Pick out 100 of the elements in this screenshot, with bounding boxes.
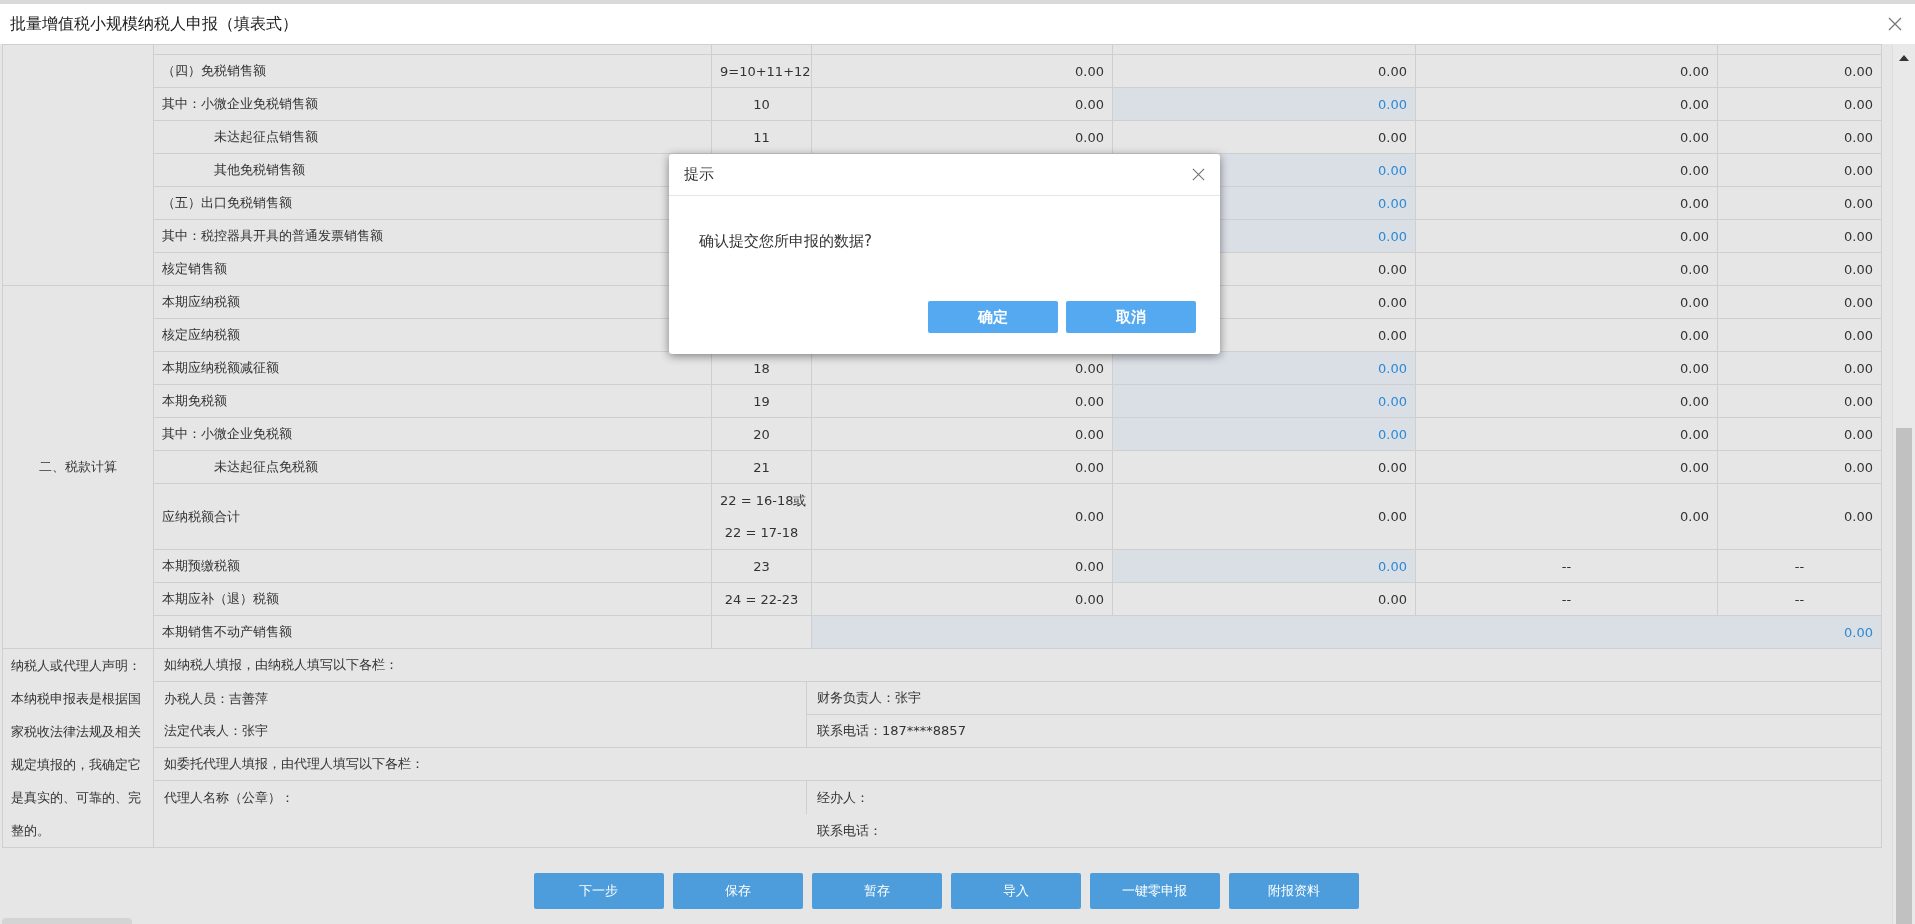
amount-value: 0.00 (1844, 327, 1873, 343)
action-button[interactable]: 导入 (950, 873, 1081, 909)
amount-value: 0.00 (1680, 63, 1709, 79)
amount-value: 0.00 (1075, 393, 1104, 409)
line-number: 24 = 22-23 (724, 591, 799, 607)
line-number: 21 (753, 459, 770, 475)
row-label: 其中：税控器具开具的普通发票销售额 (162, 228, 383, 243)
amount-value: 0.00 (1844, 509, 1873, 524)
amount-value: 0.00 (1680, 426, 1709, 442)
amount-value: -- (1794, 591, 1805, 607)
row-label: 本期免税额 (162, 393, 227, 408)
action-button[interactable]: 保存 (672, 873, 803, 909)
row-label: （四）免税销售额 (162, 63, 266, 78)
field-label: 联系电话： (817, 821, 882, 840)
dialog-button[interactable]: 确定 (928, 301, 1058, 333)
amount-value: 0.00 (1680, 459, 1709, 475)
amount-value: 0.00 (1378, 63, 1407, 79)
amount-cell[interactable]: 0.00 (1112, 417, 1416, 451)
amount-cell[interactable]: 0.00 (1112, 384, 1416, 418)
line-number: 19 (753, 393, 770, 409)
amount-value: 0.00 (1680, 294, 1709, 310)
amount-value: 0.00 (1378, 426, 1407, 442)
declaration-text: 本纳税申报表是根据国家税收法律法规及相关规定填报的，我确定它是真实的、可靠的、完整的。 (11, 690, 142, 840)
amount-cell[interactable]: 0.00 (1112, 87, 1416, 121)
amount-value: 0.00 (1378, 393, 1407, 409)
row-label: 未达起征点免税额 (213, 459, 318, 474)
amount-value: -- (1561, 591, 1572, 607)
amount-value: 0.00 (1378, 96, 1407, 112)
line-number: 18 (753, 360, 770, 376)
row-label: 其中：小微企业免税额 (162, 426, 292, 441)
amount-value: 0.00 (1844, 360, 1873, 376)
section-heading: 如委托代理人填报，由代理人填写以下各栏： (164, 755, 424, 773)
amount-value: 0.00 (1378, 162, 1407, 178)
amount-value: 0.00 (1378, 195, 1407, 211)
close-icon (1190, 167, 1206, 182)
amount-value: 0.00 (1378, 558, 1407, 574)
amount-value: 0.00 (1680, 261, 1709, 277)
amount-value: 0.00 (1378, 360, 1407, 376)
field-label: 代理人名称（公章）： (164, 788, 294, 807)
row-label: 本期预缴税额 (162, 558, 240, 573)
amount-value: 0.00 (1844, 162, 1873, 178)
amount-value: 0.00 (1075, 96, 1104, 112)
amount-value: 0.00 (1844, 228, 1873, 244)
field-label: 联系电话：187****8857 (817, 722, 966, 740)
amount-value: 0.00 (1844, 96, 1873, 112)
amount-value: 0.00 (1378, 261, 1407, 277)
declaration-title: 纳税人或代理人声明： (11, 657, 142, 675)
action-button[interactable]: 附报资料 (1228, 873, 1359, 909)
amount-value: 0.00 (1680, 195, 1709, 211)
amount-value: 0.00 (1378, 591, 1407, 607)
amount-value: 0.00 (1378, 327, 1407, 343)
amount-value: 0.00 (1680, 129, 1709, 145)
line-number: 23 (753, 558, 770, 574)
amount-value: 0.00 (1075, 129, 1104, 145)
action-button[interactable]: 下一步 (533, 873, 664, 909)
row-label: （五）出口免税销售额 (162, 195, 292, 210)
amount-value: 0.00 (1075, 591, 1104, 607)
section-heading: 如纳税人填报，由纳税人填写以下各栏： (164, 656, 398, 674)
amount-value: 0.00 (1844, 459, 1873, 475)
row-label: 未达起征点销售额 (213, 129, 318, 144)
amount-value: -- (1794, 558, 1805, 574)
amount-value: 0.00 (1075, 426, 1104, 442)
row-label: 核定应纳税额 (162, 327, 240, 342)
action-button[interactable]: 一键零申报 (1089, 873, 1220, 909)
amount-value: 0.00 (1844, 129, 1873, 145)
amount-value: 0.00 (1844, 195, 1873, 211)
amount-value: 0.00 (1680, 162, 1709, 178)
row-label: 应纳税额合计 (162, 508, 240, 524)
amount-value: 0.00 (1680, 228, 1709, 244)
amount-value: 0.00 (1844, 393, 1873, 409)
scroll-up-icon[interactable] (1899, 54, 1909, 61)
amount-value: 0.00 (1075, 558, 1104, 574)
amount-cell[interactable]: 0.00 (811, 615, 1882, 649)
window-title: 批量增值税小规模纳税人申报（填表式） (10, 13, 298, 35)
section-label: 二、税款计算 (2, 285, 154, 649)
amount-value: 0.00 (1680, 96, 1709, 112)
field-label: 财务负责人：张宇 (817, 689, 921, 707)
dialog-title: 提示 (684, 165, 714, 184)
amount-value: -- (1561, 558, 1572, 574)
amount-cell[interactable]: 0.00 (1112, 549, 1416, 583)
amount-value: 0.00 (1378, 294, 1407, 310)
scrollbar-thumb[interactable] (1896, 428, 1912, 924)
amount-value: 0.00 (1378, 509, 1407, 524)
row-label: 核定销售额 (162, 261, 227, 276)
close-icon (1887, 16, 1903, 32)
action-button[interactable]: 暂存 (811, 873, 942, 909)
row-label: 其他免税销售额 (213, 162, 305, 177)
amount-value: 0.00 (1378, 228, 1407, 244)
dialog-message: 确认提交您所申报的数据? (699, 232, 873, 251)
amount-value: 0.00 (1680, 360, 1709, 376)
line-number: 20 (753, 426, 770, 442)
row-label: 其中：小微企业免税销售额 (162, 96, 318, 111)
dialog-button[interactable]: 取消 (1066, 301, 1196, 333)
amount-value: 0.00 (1680, 509, 1709, 524)
row-label: 本期应纳税额 (162, 294, 240, 309)
amount-value: 0.00 (1075, 360, 1104, 376)
amount-value[interactable]: 0.00 (1844, 624, 1873, 640)
line-number: 11 (753, 129, 770, 145)
line-number: 22 = 17-18 (723, 523, 800, 542)
amount-cell[interactable]: 0.00 (1112, 351, 1416, 385)
